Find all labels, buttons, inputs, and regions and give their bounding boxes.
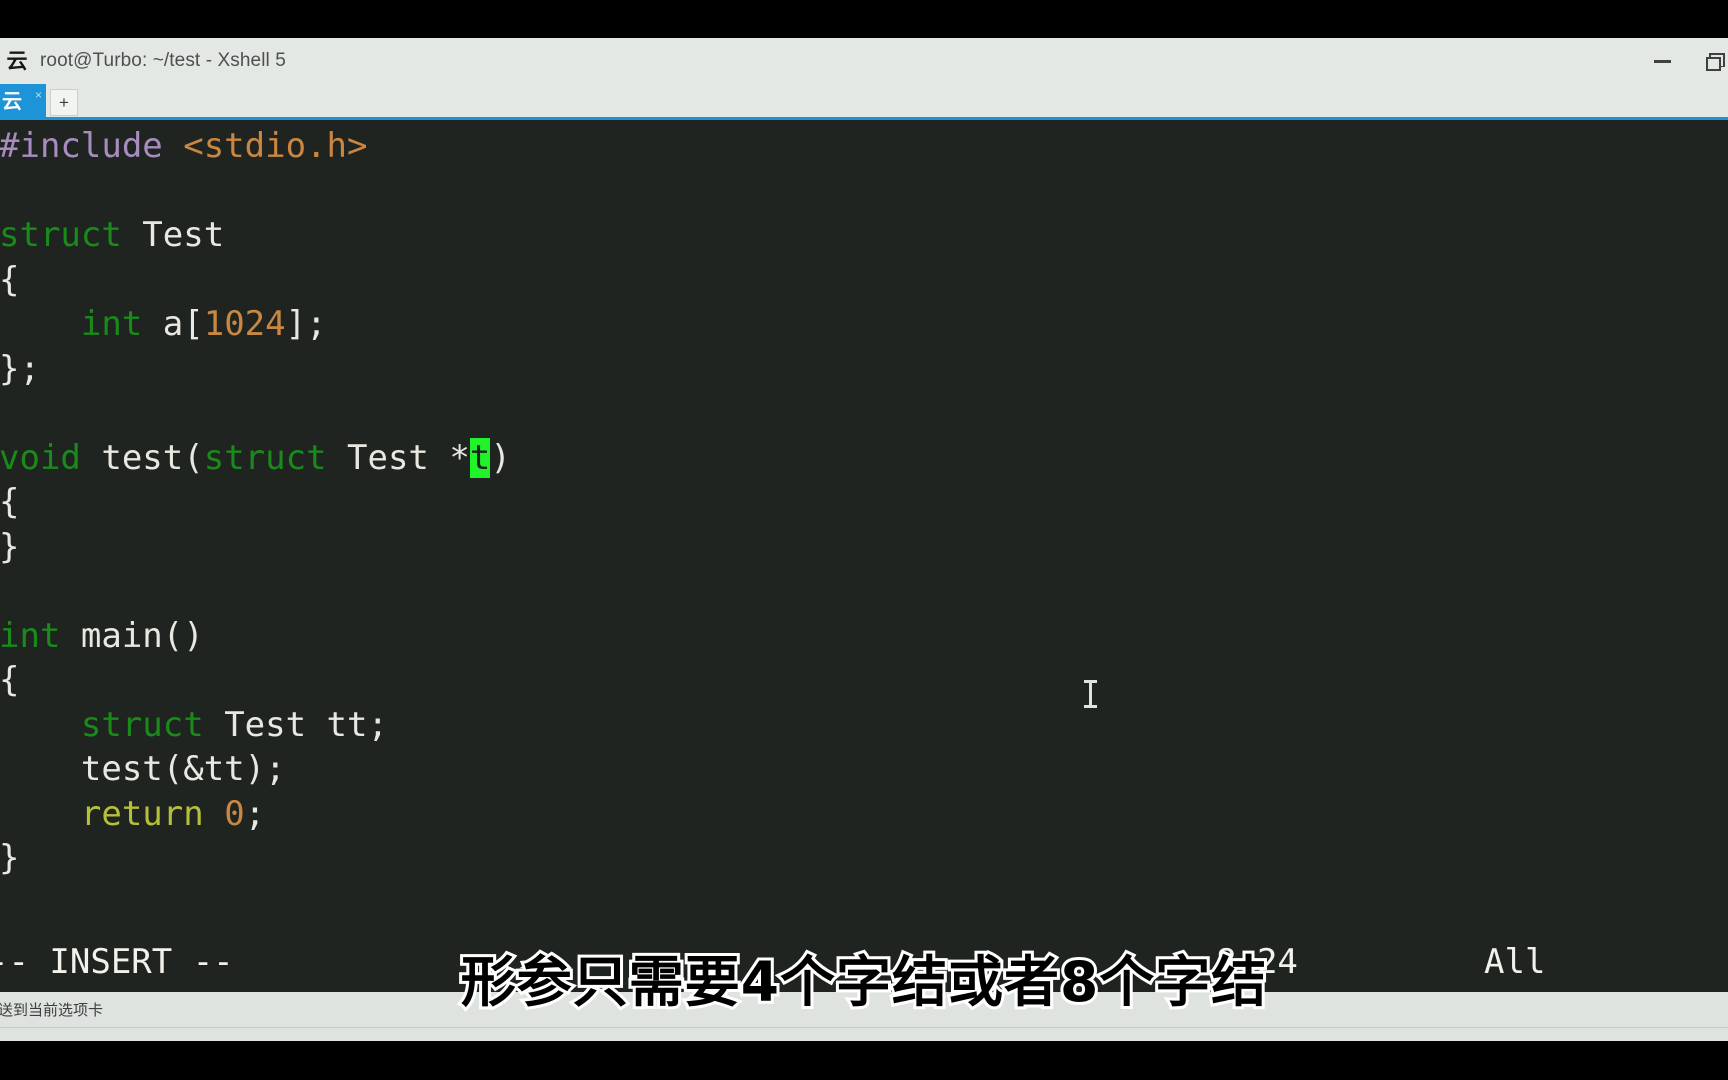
code-line: } (0, 525, 1728, 570)
minimize-button[interactable] (1636, 39, 1688, 83)
code-line: }; (0, 347, 1728, 392)
code-token: return (80, 793, 204, 834)
vim-code-area[interactable]: #include <stdio.h> struct Test{ int a[10… (0, 124, 1728, 881)
code-token: int (0, 615, 61, 656)
ibeam-top-cap (1084, 680, 1097, 683)
status-bar: 0.42.167.18:22。 xterm 78x18 8,28 1 会话 ↑ … (0, 1027, 1728, 1041)
code-token: 1024 (203, 304, 286, 344)
title-bar[interactable]: 云 root@Turbo: ~/test - Xshell 5 (0, 38, 1728, 84)
connection-address: 0.42.167.18:22。 (0, 1036, 126, 1041)
code-token: }; (0, 348, 40, 389)
code-line: struct Test tt; (0, 703, 1728, 748)
terminal-size-label: 78x18 (1494, 1039, 1540, 1042)
code-token: 0 (224, 793, 245, 834)
code-token: main() (60, 615, 204, 656)
download-arrow-icon: ↓ (1711, 1039, 1721, 1041)
code-token: test( (80, 437, 204, 478)
code-token: Test (121, 215, 225, 255)
code-line: } (0, 836, 1728, 881)
code-token: ]; (285, 304, 327, 344)
code-line: struct Test (0, 213, 1728, 258)
text-cursor-block: t (469, 437, 491, 478)
cloud-char-icon: 云 (6, 48, 28, 73)
cursor-position-label: 8,28 (1579, 1039, 1612, 1042)
code-line: return 0; (0, 792, 1728, 837)
code-line: int a[1024]; (0, 302, 1728, 347)
restore-button[interactable] (1688, 39, 1728, 83)
code-token: struct (203, 437, 327, 478)
xshell-window: 云 root@Turbo: ~/test - Xshell 5 云 × + #i… (0, 38, 1728, 1041)
code-token: Test tt; (203, 704, 388, 745)
window-controls (1636, 38, 1728, 84)
code-token: } (0, 838, 20, 878)
code-token: void (0, 437, 81, 478)
code-token: { (0, 482, 20, 522)
upload-arrow-icon: ↑ (1696, 1039, 1706, 1041)
code-token: int (80, 304, 143, 344)
minimize-icon (1653, 59, 1671, 63)
code-line: { (0, 258, 1728, 303)
restore-icon (1706, 53, 1725, 71)
code-token: Test * (326, 437, 470, 478)
code-token: struct (0, 215, 122, 255)
code-token: struct (80, 704, 204, 745)
new-tab-button[interactable]: + (50, 89, 78, 116)
code-line: void test(struct Test *t) (0, 436, 1728, 481)
code-token: <stdio.h> (183, 126, 368, 166)
tab-cloud-icon: 云 (2, 88, 22, 113)
subtitle-overlay: 形参只需要4个字结或者8个字结 (458, 947, 1270, 1017)
code-token: { (0, 259, 20, 300)
terminal-type-label: xterm (1414, 1039, 1457, 1042)
mouse-ibeam-cursor-icon (1084, 680, 1097, 708)
code-line: test(&tt); (0, 747, 1728, 792)
code-token: { (0, 660, 20, 700)
session-count-label: 1 会话 (1630, 1036, 1678, 1041)
code-line: { (0, 658, 1728, 703)
code-line: #include <stdio.h> (0, 124, 1728, 169)
code-token: ; (244, 793, 266, 834)
terminal-view[interactable]: #include <stdio.h> struct Test{ int a[10… (0, 120, 1728, 992)
code-token: a[ (142, 304, 204, 344)
tab-session-active[interactable]: 云 × (0, 84, 46, 117)
ibeam-bottom-cap (1084, 705, 1097, 708)
code-token: #include (0, 126, 184, 166)
code-line: { (0, 480, 1728, 525)
tab-strip: 云 × + (0, 84, 1728, 117)
code-token: ) (490, 437, 511, 478)
code-token: } (0, 526, 20, 567)
window-title: root@Turbo: ~/test - Xshell 5 (40, 50, 286, 71)
code-token: test(&tt); (0, 749, 286, 789)
code-line: int main() (0, 614, 1728, 659)
status-bar-right: xterm 78x18 8,28 1 会话 ↑ ↓ (1414, 1036, 1728, 1042)
tab-close-icon[interactable]: × (35, 89, 42, 101)
screen-root: 云 root@Turbo: ~/test - Xshell 5 云 × + #i… (0, 0, 1728, 1080)
